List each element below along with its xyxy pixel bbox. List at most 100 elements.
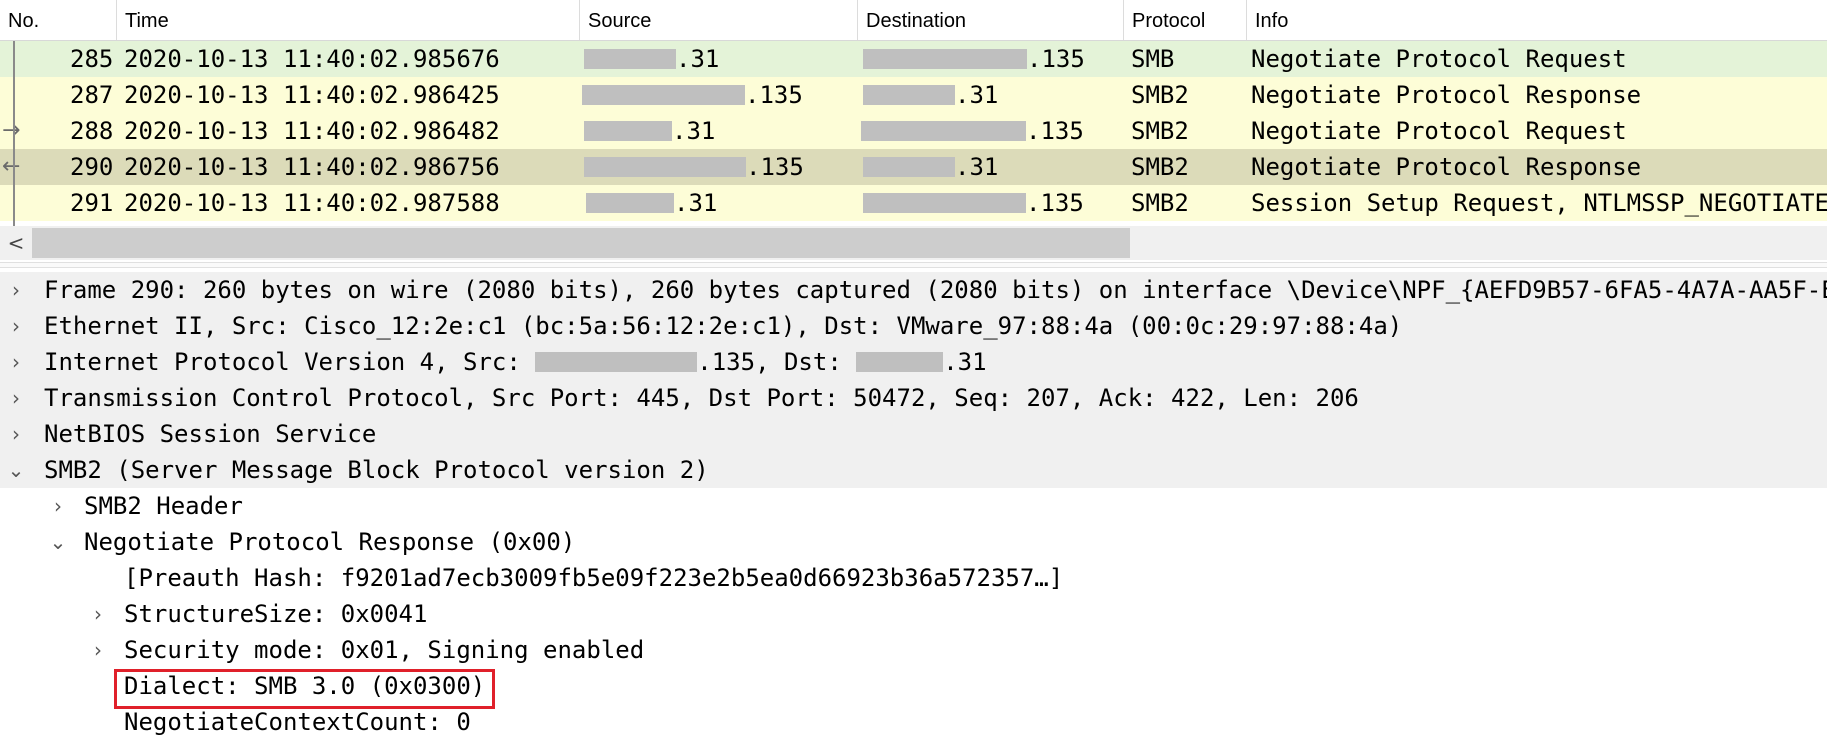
packet-info: Negotiate Protocol Request <box>1251 45 1627 73</box>
source-suffix: .31 <box>676 45 720 73</box>
packet-no: 291 <box>70 189 114 217</box>
packet-row[interactable]: 287 2020-10-13 11:40:02.986425 .135 .31 … <box>0 77 1827 113</box>
chevron-right-icon[interactable]: › <box>4 380 28 416</box>
column-header-destination[interactable]: Destination <box>858 0 1124 40</box>
tree-item-frame[interactable]: › Frame 290: 260 bytes on wire (2080 bit… <box>0 272 1827 308</box>
tree-item-label: Security mode: 0x01, Signing enabled <box>124 636 645 664</box>
tree-item-label: [Preauth Hash: f9201ad7ecb3009fb5e09f223… <box>124 564 1064 592</box>
redacted-address <box>863 157 955 177</box>
column-label: Protocol <box>1132 10 1206 32</box>
packet-time: 2020-10-13 11:40:02.987588 <box>124 189 500 217</box>
packet-no: 285 <box>70 45 114 73</box>
packet-destination: .135 <box>863 41 1085 77</box>
column-header-no[interactable]: No. <box>0 0 117 40</box>
tree-item-label: Ethernet II, Src: Cisco_12:2e:c1 (bc:5a:… <box>44 312 1403 340</box>
redacted-address <box>856 352 944 372</box>
packet-info: Negotiate Protocol Response <box>1251 81 1642 109</box>
chevron-right-icon[interactable]: › <box>4 308 28 344</box>
packet-row[interactable]: 291 2020-10-13 11:40:02.987588 .31 .135 … <box>0 185 1827 221</box>
chevron-right-icon[interactable]: › <box>4 344 28 380</box>
source-suffix: .135 <box>745 81 803 109</box>
redacted-address <box>861 121 1026 141</box>
packet-row[interactable]: → 288 2020-10-13 11:40:02.986482 .31 .13… <box>0 113 1827 149</box>
dialect-highlight-box <box>114 669 495 709</box>
redacted-address <box>863 49 1027 69</box>
redacted-address <box>586 193 674 213</box>
redacted-address <box>535 352 698 372</box>
column-header-time[interactable]: Time <box>117 0 580 40</box>
column-label: Time <box>125 10 169 32</box>
ip-label-end: .31 <box>943 348 987 376</box>
redacted-address <box>863 193 1026 213</box>
packet-info: Session Setup Request, NTLMSSP_NEGOTIATE <box>1251 189 1827 217</box>
scroll-left-icon[interactable]: < <box>4 226 28 260</box>
packet-protocol: SMB2 <box>1131 81 1189 109</box>
packet-row-selected[interactable]: ← 290 2020-10-13 11:40:02.986756 .135 .3… <box>0 149 1827 185</box>
packet-info: Negotiate Protocol Request <box>1251 117 1627 145</box>
packet-no: 288 <box>70 117 114 145</box>
chevron-right-icon[interactable]: › <box>4 272 28 308</box>
source-suffix: .31 <box>674 189 718 217</box>
chevron-right-icon[interactable]: › <box>86 596 110 632</box>
packet-protocol: SMB2 <box>1131 189 1189 217</box>
destination-suffix: .31 <box>955 81 999 109</box>
redacted-address <box>584 157 746 177</box>
tree-item-security-mode[interactable]: › Security mode: 0x01, Signing enabled <box>0 632 1827 668</box>
tree-item-ipv4[interactable]: › Internet Protocol Version 4, Src: .135… <box>0 344 1827 380</box>
tree-item-smb2-header[interactable]: › SMB2 Header <box>0 488 1827 524</box>
tree-item-label: SMB2 Header <box>84 492 243 520</box>
column-label: No. <box>8 10 40 32</box>
redacted-address <box>582 85 745 105</box>
chevron-down-icon[interactable]: ⌄ <box>4 452 28 488</box>
packet-no: 290 <box>70 153 114 181</box>
packet-destination: .135 <box>863 185 1084 221</box>
tree-item-label: SMB2 (Server Message Block Protocol vers… <box>44 456 709 484</box>
tree-item-netbios[interactable]: › NetBIOS Session Service <box>0 416 1827 452</box>
scrollbar-thumb[interactable] <box>32 228 1130 258</box>
column-header-bar: No. Time Source Destination Protocol Inf… <box>0 0 1827 41</box>
packet-destination: .31 <box>863 77 998 113</box>
tree-item-label: NetBIOS Session Service <box>44 420 377 448</box>
column-header-info[interactable]: Info <box>1247 0 1827 40</box>
chevron-right-icon[interactable]: › <box>4 416 28 452</box>
packet-time: 2020-10-13 11:40:02.986425 <box>124 81 500 109</box>
packet-protocol: SMB2 <box>1131 117 1189 145</box>
redacted-address <box>863 85 955 105</box>
packet-destination: .31 <box>863 149 998 185</box>
tree-item-structure-size[interactable]: › StructureSize: 0x0041 <box>0 596 1827 632</box>
chevron-down-icon[interactable]: ⌄ <box>46 524 70 560</box>
column-label: Destination <box>866 10 967 32</box>
tree-item-label: StructureSize: 0x0041 <box>124 600 428 628</box>
tree-item-ethernet[interactable]: › Ethernet II, Src: Cisco_12:2e:c1 (bc:5… <box>0 308 1827 344</box>
tree-item-preauth-hash[interactable]: [Preauth Hash: f9201ad7ecb3009fb5e09f223… <box>0 560 1827 596</box>
tree-item-tcp[interactable]: › Transmission Control Protocol, Src Por… <box>0 380 1827 416</box>
column-header-protocol[interactable]: Protocol <box>1124 0 1247 40</box>
tree-item-label: NegotiateContextCount: 0 <box>124 708 471 736</box>
chevron-right-icon[interactable]: › <box>46 488 70 524</box>
column-header-source[interactable]: Source <box>580 0 858 40</box>
destination-suffix: .135 <box>1026 117 1084 145</box>
packet-no: 287 <box>70 81 114 109</box>
redacted-address <box>584 121 672 141</box>
redacted-address <box>584 49 676 69</box>
chevron-right-icon[interactable]: › <box>86 632 110 668</box>
tree-item-negotiate-context-count[interactable]: NegotiateContextCount: 0 <box>0 704 1827 740</box>
column-label: Info <box>1255 10 1289 32</box>
packet-source: .135 <box>582 77 803 113</box>
tree-item-negotiate-response[interactable]: ⌄ Negotiate Protocol Response (0x00) <box>0 524 1827 560</box>
tree-item-label: Frame 290: 260 bytes on wire (2080 bits)… <box>44 276 1827 304</box>
tree-item-label: Internet Protocol Version 4, Src: .135, … <box>44 344 987 380</box>
column-label: Source <box>588 10 652 32</box>
destination-suffix: .31 <box>955 153 999 181</box>
packet-row[interactable]: 285 2020-10-13 11:40:02.985676 .31 .135 … <box>0 41 1827 77</box>
source-suffix: .135 <box>746 153 804 181</box>
horizontal-scrollbar[interactable]: < <box>0 226 1827 260</box>
pane-splitter[interactable] <box>0 262 1827 268</box>
packet-source: .135 <box>584 149 804 185</box>
packet-source: .31 <box>584 41 719 77</box>
tree-item-smb2[interactable]: ⌄ SMB2 (Server Message Block Protocol ve… <box>0 452 1827 488</box>
packet-destination: .135 <box>861 113 1084 149</box>
request-arrow-icon: → <box>2 118 21 143</box>
source-suffix: .31 <box>672 117 716 145</box>
destination-suffix: .135 <box>1026 189 1084 217</box>
